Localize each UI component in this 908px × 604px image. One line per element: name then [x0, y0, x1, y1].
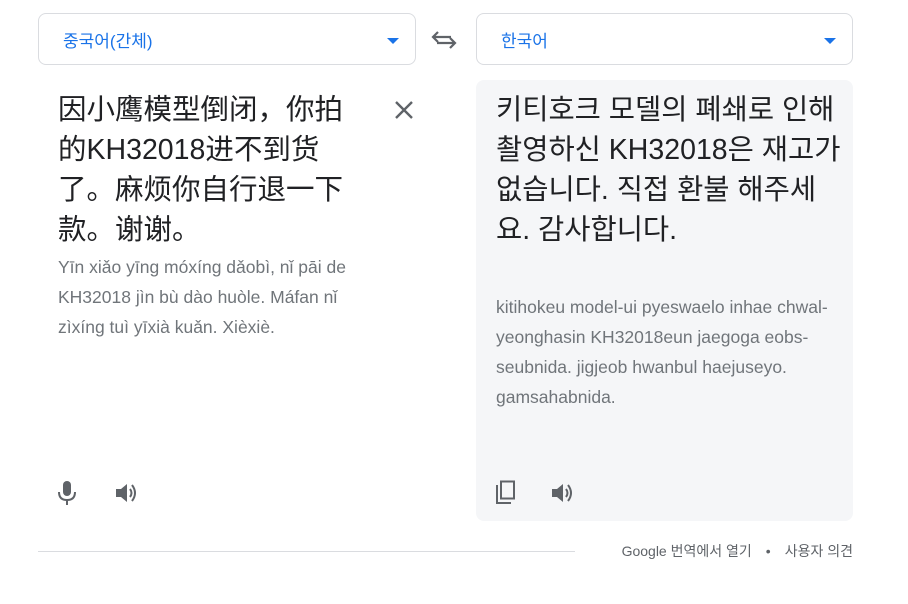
- listen-translation-button[interactable]: [546, 476, 580, 510]
- speaker-icon: [116, 484, 136, 502]
- footer-divider: [38, 551, 575, 552]
- speaker-icon: [552, 484, 572, 502]
- microphone-icon: [58, 481, 76, 505]
- swap-languages-button[interactable]: [426, 24, 462, 56]
- voice-input-button[interactable]: [50, 476, 84, 510]
- clear-source-button[interactable]: [390, 96, 418, 124]
- source-language-select[interactable]: 중국어(간체): [38, 13, 416, 65]
- source-panel: 因小鹰模型倒闭，你拍的KH32018进不到货了。麻烦你自行退一下款。谢谢。 Yī…: [38, 80, 416, 521]
- target-panel: 키티호크 모델의 폐쇄로 인해 촬영하신 KH32018은 재고가 없습니다. …: [476, 80, 853, 521]
- target-romanization: kitihokeu model-ui pyeswaelo inhae chwal…: [496, 297, 828, 407]
- copy-icon: [496, 480, 515, 504]
- copy-translation-button[interactable]: [488, 476, 522, 510]
- translated-text: 키티호크 모델의 폐쇄로 인해 촬영하신 KH32018은 재고가 없습니다. …: [496, 94, 841, 246]
- open-in-google-translate-link[interactable]: Google 번역에서 열기: [622, 541, 752, 561]
- footer: Google 번역에서 열기 • 사용자 의견: [622, 541, 853, 561]
- source-language-label: 중국어(간체): [63, 31, 153, 51]
- chevron-down-icon: [387, 38, 399, 44]
- chevron-down-icon: [824, 38, 836, 44]
- swap-arrows-icon: [431, 31, 457, 49]
- target-language-label: 한국어: [501, 31, 548, 51]
- source-romanization: Yīn xiǎo yīng móxíng dǎobì, nǐ pāi de KH…: [58, 257, 346, 337]
- target-language-select[interactable]: 한국어: [476, 13, 853, 65]
- listen-source-button[interactable]: [110, 476, 144, 510]
- footer-separator: •: [765, 543, 771, 559]
- feedback-link[interactable]: 사용자 의견: [785, 541, 853, 561]
- close-icon: [395, 101, 413, 119]
- translate-widget: 중국어(간체) 한국어 因小鹰模型倒闭，你拍的KH32018进不到货了。麻烦你自…: [0, 0, 908, 604]
- source-text-input[interactable]: 因小鹰模型倒闭，你拍的KH32018进不到货了。麻烦你自行退一下款。谢谢。: [58, 90, 358, 250]
